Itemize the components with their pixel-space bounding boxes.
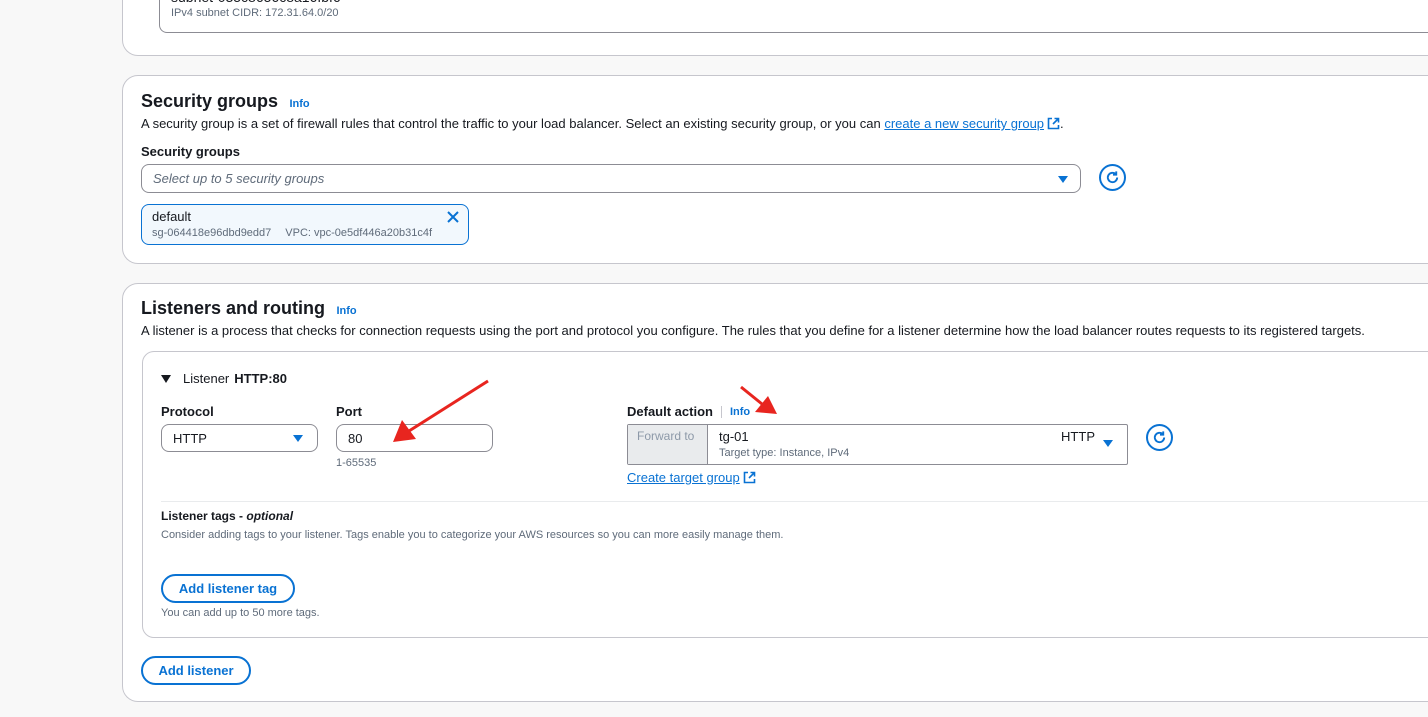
target-group-name: tg-01 (719, 429, 749, 444)
security-group-id: sg-064418e96dbd9edd7 (152, 227, 272, 239)
listener-expand-toggle[interactable]: Listener HTTP:80 (161, 371, 287, 386)
port-input[interactable]: 80 (336, 424, 493, 452)
port-label: Port (336, 404, 362, 419)
divider (161, 501, 1428, 502)
security-groups-description-text: A security group is a set of firewall ru… (141, 116, 881, 131)
listeners-routing-card: Listeners and routing Info A listener is… (122, 283, 1428, 702)
create-security-group-link[interactable]: create a new security group (884, 116, 1060, 131)
caret-down-icon (1103, 440, 1113, 447)
target-group-protocol: HTTP (1061, 429, 1095, 444)
forward-to-label: Forward to (637, 429, 695, 443)
security-groups-description: A security group is a set of firewall ru… (141, 116, 1064, 131)
security-groups-card: Security groups Info A security group is… (122, 75, 1428, 264)
external-link-icon (743, 471, 756, 484)
caret-down-icon (1058, 176, 1068, 183)
security-group-name: default (152, 209, 192, 224)
forward-to-label-box: Forward to (628, 425, 708, 464)
page: subnet-035c8656c8a16fbf6 IPv4 subnet CID… (0, 0, 1428, 717)
protocol-label: Protocol (161, 404, 214, 419)
default-action-control: Forward to tg-01 Target type: Instance, … (627, 424, 1128, 465)
listener-name: HTTP:80 (234, 371, 287, 386)
subnet-name: subnet-035c8656c8a16fbf6 (171, 0, 341, 5)
close-icon (447, 211, 459, 223)
port-value: 80 (348, 431, 363, 446)
security-groups-placeholder: Select up to 5 security groups (153, 171, 325, 186)
security-groups-info-link[interactable]: Info (289, 98, 309, 110)
refresh-security-groups-button[interactable] (1099, 164, 1126, 191)
port-hint: 1-65535 (336, 457, 377, 469)
listeners-info-link[interactable]: Info (336, 305, 356, 317)
security-group-meta: sg-064418e96dbd9edd7 VPC: vpc-0e5df446a20… (152, 227, 432, 239)
target-group-type: Target type: Instance, IPv4 (719, 447, 850, 459)
default-action-heading: Default action Info (627, 404, 750, 419)
listener-panel: Listener HTTP:80 Protocol HTTP Port 80 1… (142, 351, 1428, 638)
security-groups-field-label: Security groups (141, 144, 240, 159)
listener-tags-label: Listener tags - optional (161, 509, 294, 523)
listeners-description: A listener is a process that checks for … (141, 323, 1365, 338)
remove-security-group-button[interactable] (446, 210, 460, 229)
listener-tags-hint: You can add up to 50 more tags. (161, 607, 320, 619)
add-listener-tag-button[interactable]: Add listener tag (161, 574, 295, 603)
target-group-select[interactable]: tg-01 Target type: Instance, IPv4 HTTP (708, 425, 1127, 464)
security-group-vpc: VPC: vpc-0e5df446a20b31c4f (285, 227, 433, 239)
security-groups-heading: Security groups Info (141, 91, 310, 112)
subnet-cidr: IPv4 subnet CIDR: 172.31.64.0/20 (171, 7, 339, 19)
default-action-label: Default action (627, 404, 713, 419)
create-target-group-link[interactable]: Create target group (627, 470, 756, 485)
protocol-select[interactable]: HTTP (161, 424, 318, 452)
caret-down-icon (293, 435, 303, 442)
subnet-mapping-box: subnet-035c8656c8a16fbf6 IPv4 subnet CID… (159, 0, 1428, 33)
selected-security-group-token: default sg-064418e96dbd9edd7 VPC: vpc-0e5… (141, 204, 469, 245)
security-groups-title: Security groups (141, 91, 279, 111)
listener-tags-description: Consider adding tags to your listener. T… (161, 529, 784, 541)
protocol-value: HTTP (173, 431, 207, 446)
listener-toggle-prefix: Listener (183, 371, 230, 386)
refresh-icon (1106, 171, 1119, 184)
refresh-icon (1153, 431, 1166, 444)
divider (720, 405, 722, 418)
listeners-heading: Listeners and routing Info (141, 298, 357, 319)
refresh-target-groups-button[interactable] (1146, 424, 1173, 451)
add-listener-button[interactable]: Add listener (141, 656, 251, 685)
listeners-title: Listeners and routing (141, 298, 326, 318)
caret-down-icon (161, 374, 171, 383)
subnet-card: subnet-035c8656c8a16fbf6 IPv4 subnet CID… (122, 0, 1428, 56)
default-action-info-link[interactable]: Info (730, 406, 750, 418)
external-link-icon (1047, 117, 1060, 130)
security-groups-select[interactable]: Select up to 5 security groups (141, 164, 1081, 193)
